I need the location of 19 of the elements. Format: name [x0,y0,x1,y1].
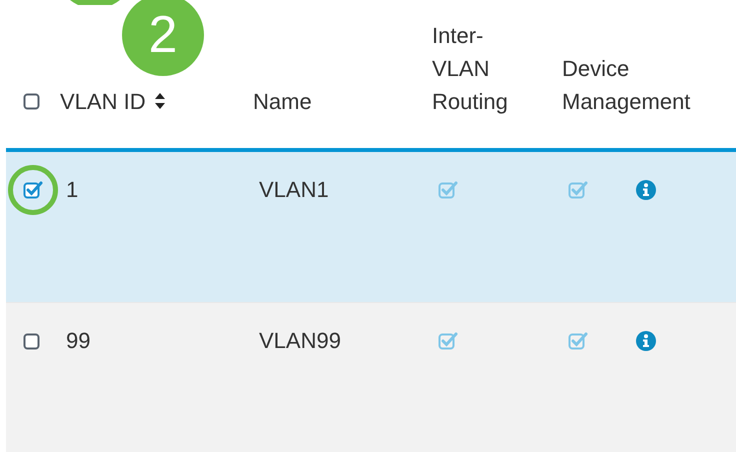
info-icon[interactable] [636,331,656,351]
table-cell: VLAN1 [259,177,329,203]
column-header[interactable]: VLAN ID [60,85,146,118]
table-cell: 99 [66,328,90,354]
checked-checkbox[interactable] [438,331,458,351]
sort-icon[interactable] [154,92,166,110]
checked-checkbox[interactable] [568,331,588,351]
column-header: Inter- VLAN Routing [432,22,508,116]
table-row[interactable]: 1 VLAN1 [6,152,736,303]
table-row[interactable]: 99 VLAN99 [6,303,736,452]
column-header: Device Management [562,55,690,116]
step-number-badge: 2 [122,0,204,76]
table-cell: 1 [66,177,78,203]
column-header: Name [253,88,312,116]
info-icon[interactable] [636,180,656,200]
checked-checkbox[interactable] [438,180,458,200]
table-cell: VLAN99 [259,328,341,354]
checked-checkbox[interactable] [23,180,43,200]
checked-checkbox[interactable] [568,180,588,200]
